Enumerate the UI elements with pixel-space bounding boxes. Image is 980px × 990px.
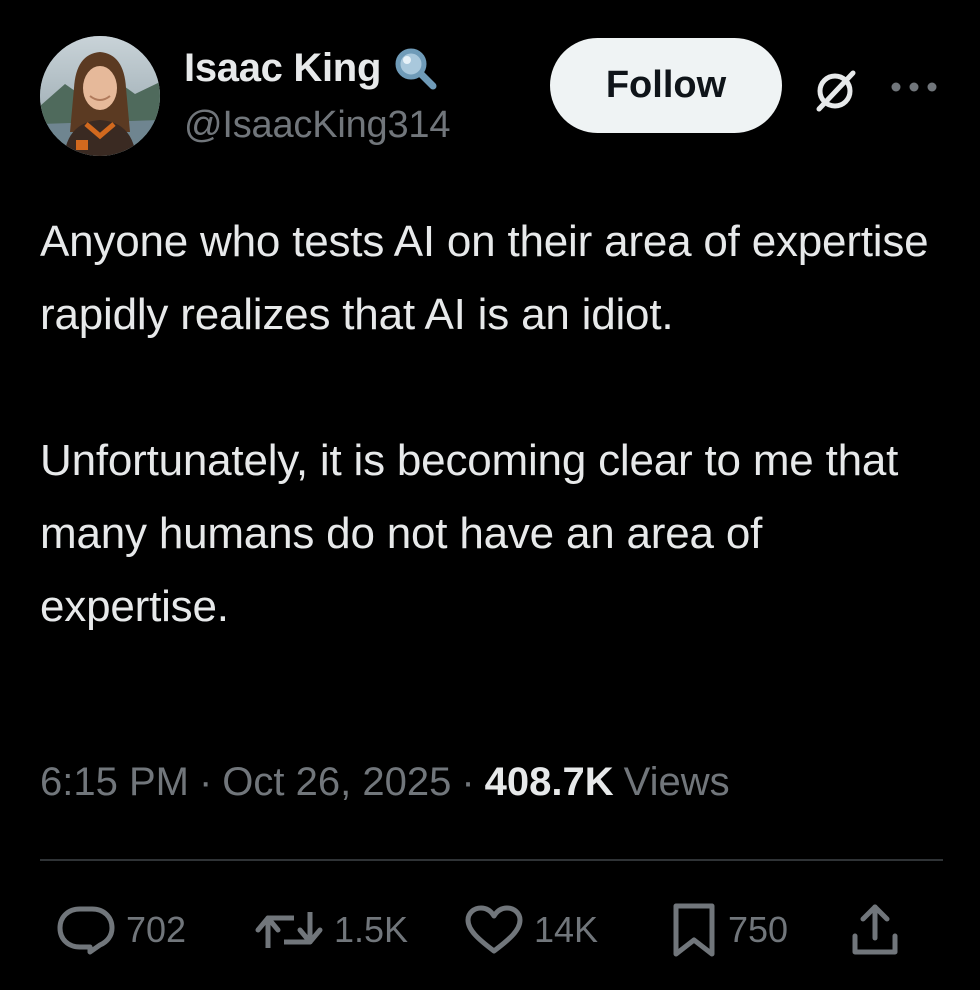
meta-separator: · — [198, 759, 213, 804]
more-button[interactable] — [886, 62, 942, 112]
bookmark-count: 750 — [728, 909, 789, 950]
tweet: Isaac King @IsaacKing314 Follow Anyone w… — [0, 0, 980, 990]
repost-button[interactable]: 1.5K — [254, 900, 408, 960]
share-button[interactable] — [850, 900, 900, 960]
reply-button[interactable]: 702 — [56, 900, 186, 960]
display-name-row: Isaac King — [184, 44, 439, 92]
handle[interactable]: @IsaacKing314 — [184, 104, 450, 147]
grok-icon — [816, 70, 856, 112]
views-label[interactable]: Views — [624, 760, 730, 805]
tweet-meta: 6:15 PM · Oct 26, 2025 · 408.7K Views — [40, 752, 730, 812]
more-icon — [891, 82, 937, 92]
follow-button[interactable]: Follow — [550, 38, 782, 133]
views-count[interactable]: 408.7K — [485, 760, 614, 805]
meta-separator: · — [461, 759, 475, 804]
repost-count: 1.5K — [334, 909, 409, 950]
bookmark-icon — [673, 903, 715, 957]
tweet-time[interactable]: 6:15 PM — [40, 760, 189, 805]
avatar[interactable] — [40, 36, 160, 156]
tweet-text: Anyone who tests AI on their area of exp… — [40, 217, 929, 631]
bookmark-button[interactable]: 750 — [670, 900, 788, 960]
share-icon — [852, 904, 898, 955]
avatar-image — [40, 36, 160, 156]
repost-icon — [255, 912, 323, 948]
heart-icon — [465, 905, 523, 954]
grok-button[interactable] — [806, 62, 864, 120]
like-count: 14K — [534, 909, 599, 950]
tweet-date[interactable]: Oct 26, 2025 — [222, 760, 451, 805]
like-button[interactable]: 14K — [464, 900, 598, 960]
reply-icon — [57, 906, 115, 955]
display-name[interactable]: Isaac King — [184, 46, 381, 91]
divider — [40, 859, 943, 861]
reply-count: 702 — [126, 909, 187, 950]
magnifying-glass-icon — [391, 44, 439, 92]
